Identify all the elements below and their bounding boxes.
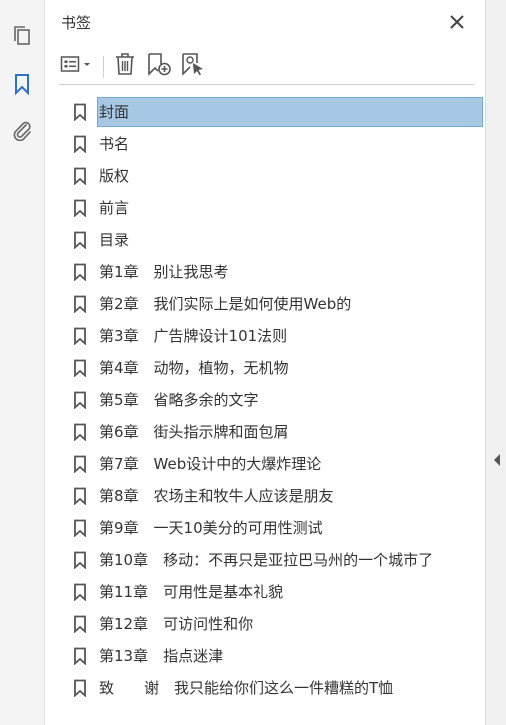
bookmark-label: 第1章 别让我思考 xyxy=(99,263,229,281)
bookmark-label: 第3章 广告牌设计101法则 xyxy=(99,327,288,345)
bookmark-label: 致 谢 我只能给你们这么一件糟糕的T恤 xyxy=(99,679,394,697)
bookmark-label: 第8章 农场主和牧牛人应该是朋友 xyxy=(99,487,334,505)
close-icon[interactable] xyxy=(445,10,469,34)
add-bookmark-icon xyxy=(147,52,173,80)
bookmark-item[interactable]: 第12章 可访问性和你 xyxy=(73,608,483,640)
bookmark-item[interactable]: 前言 xyxy=(73,192,483,224)
bookmark-icon xyxy=(73,423,87,442)
delete-bookmark-button[interactable] xyxy=(111,52,139,80)
bookmark-icon xyxy=(73,359,87,378)
bookmark-icon xyxy=(73,487,87,506)
bookmark-label: 前言 xyxy=(99,199,130,217)
bookmark-icon xyxy=(73,135,87,154)
bookmark-label: 第9章 一天10美分的可用性测试 xyxy=(99,519,323,537)
bookmark-item[interactable]: 版权 xyxy=(73,160,483,192)
left-tool-rail xyxy=(0,0,45,725)
bookmark-item[interactable]: 第6章 街头指示牌和面包屑 xyxy=(73,416,483,448)
bookmark-icon xyxy=(73,679,87,698)
bookmark-item[interactable]: 第4章 动物，植物，无机物 xyxy=(73,352,483,384)
bookmark-item[interactable]: 第11章 可用性是基本礼貌 xyxy=(73,576,483,608)
bookmark-label: 第13章 指点迷津 xyxy=(99,647,224,665)
bookmark-item[interactable]: 目录 xyxy=(73,224,483,256)
bookmark-label: 第2章 我们实际上是如何使用Web的 xyxy=(99,295,352,313)
bookmark-icon xyxy=(73,391,87,410)
bookmark-label: 第10章 移动：不再只是亚拉巴马州的一个城市了 xyxy=(99,551,434,569)
bookmark-label: 书名 xyxy=(99,135,130,153)
bookmark-from-selection-button[interactable] xyxy=(179,52,209,80)
new-bookmark-button[interactable] xyxy=(145,52,175,80)
bookmark-icon xyxy=(73,551,87,570)
bookmark-icon xyxy=(73,647,87,666)
bookmark-item[interactable]: 书名 xyxy=(73,128,483,160)
options-menu-button[interactable] xyxy=(59,52,95,80)
bookmark-item[interactable]: 第7章 Web设计中的大爆炸理论 xyxy=(73,448,483,480)
bookmarks-panel: 书签 封面 书名 版权 前言 目录 第1章 别让我思考 第2章 我们实际上是如何… xyxy=(45,0,485,725)
bookmarks-toolbar xyxy=(59,50,474,85)
paperclip-icon[interactable] xyxy=(10,118,34,142)
trash-icon xyxy=(114,52,136,80)
toolbar-divider xyxy=(103,56,104,78)
panel-resize-strip[interactable] xyxy=(485,0,506,725)
options-menu-icon xyxy=(60,55,94,77)
bookmark-item[interactable]: 第2章 我们实际上是如何使用Web的 xyxy=(73,288,483,320)
bookmark-item[interactable]: 致 谢 我只能给你们这么一件糟糕的T恤 xyxy=(73,672,483,704)
bookmark-label: 封面 xyxy=(97,97,483,127)
bookmark-label: 第12章 可访问性和你 xyxy=(99,615,254,633)
panel-title: 书签 xyxy=(61,14,92,32)
bookmark-label: 第6章 街头指示牌和面包屑 xyxy=(99,423,289,441)
bookmark-label: 目录 xyxy=(99,231,130,249)
bookmark-item[interactable]: 第10章 移动：不再只是亚拉巴马州的一个城市了 xyxy=(73,544,483,576)
bookmark-icon xyxy=(73,263,87,282)
bookmark-list: 封面书名版权前言目录第1章 别让我思考第2章 我们实际上是如何使用Web的 第3章… xyxy=(73,96,483,704)
bookmark-label: 第4章 动物，植物，无机物 xyxy=(99,359,289,377)
bookmark-item[interactable]: 第8章 农场主和牧牛人应该是朋友 xyxy=(73,480,483,512)
bookmark-icon xyxy=(73,167,87,186)
bookmark-cursor-icon xyxy=(181,52,207,80)
bookmark-icon xyxy=(73,199,87,218)
bookmark-item[interactable]: 封面 xyxy=(73,96,483,128)
bookmark-icon xyxy=(73,583,87,602)
bookmark-item[interactable]: 第13章 指点迷津 xyxy=(73,640,483,672)
bookmark-item[interactable]: 第5章 省略多余的文字 xyxy=(73,384,483,416)
collapse-arrow-icon[interactable] xyxy=(492,452,502,466)
bookmark-label: 第7章 Web设计中的大爆炸理论 xyxy=(99,455,322,473)
bookmark-icon xyxy=(73,519,87,538)
bookmark-label: 版权 xyxy=(99,167,130,185)
bookmark-item[interactable]: 第1章 别让我思考 xyxy=(73,256,483,288)
bookmark-icon[interactable] xyxy=(10,72,34,96)
bookmark-icon xyxy=(73,455,87,474)
bookmark-icon xyxy=(73,327,87,346)
bookmark-label: 第11章 可用性是基本礼貌 xyxy=(99,583,284,601)
bookmark-label: 第5章 省略多余的文字 xyxy=(99,391,259,409)
bookmark-item[interactable]: 第9章 一天10美分的可用性测试 xyxy=(73,512,483,544)
bookmark-icon xyxy=(73,103,87,122)
pages-icon[interactable] xyxy=(10,24,34,48)
bookmark-icon xyxy=(73,231,87,250)
bookmark-icon xyxy=(73,295,87,314)
bookmark-icon xyxy=(73,615,87,634)
bookmark-item[interactable]: 第3章 广告牌设计101法则 xyxy=(73,320,483,352)
